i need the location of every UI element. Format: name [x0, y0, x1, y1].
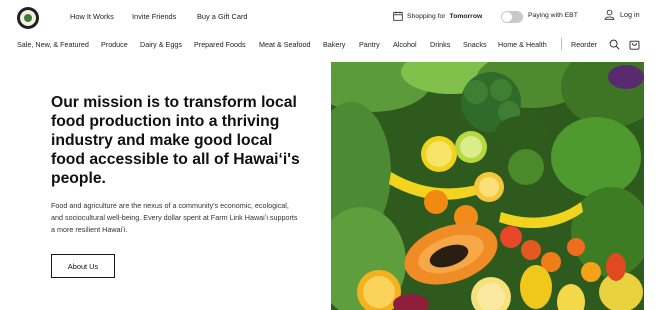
- cart-icon: [629, 40, 639, 50]
- login-label: Log in: [620, 10, 640, 19]
- shopping-prefix: Shopping for: [407, 12, 446, 20]
- nav-link-how-it-works[interactable]: How It Works: [70, 12, 114, 21]
- reorder-link[interactable]: Reorder: [571, 40, 597, 49]
- search-button[interactable]: [608, 38, 620, 50]
- category-drinks[interactable]: Drinks: [430, 40, 450, 49]
- delivery-day-selector[interactable]: Shopping for Tomorrow: [393, 11, 482, 21]
- ebt-label: Paying with EBT: [528, 12, 578, 19]
- hero-title: Our mission is to transform local food p…: [51, 94, 300, 187]
- calendar-icon: [393, 11, 403, 21]
- logo[interactable]: [17, 7, 39, 29]
- category-meat-seafood[interactable]: Meat & Seafood: [259, 40, 311, 49]
- top-nav: How It Works Invite Friends Buy a Gift C…: [0, 0, 658, 36]
- hero-produce-image: [331, 62, 644, 310]
- category-snacks[interactable]: Snacks: [463, 40, 487, 49]
- category-bakery[interactable]: Bakery: [323, 40, 345, 49]
- category-sale-new-featured[interactable]: Sale, New, & Featured: [17, 40, 89, 49]
- nav-link-invite-friends[interactable]: Invite Friends: [132, 12, 176, 21]
- category-pantry[interactable]: Pantry: [359, 40, 380, 49]
- search-icon: [609, 39, 620, 50]
- logo-dot: [24, 14, 32, 22]
- about-us-button[interactable]: About Us: [51, 254, 115, 278]
- ebt-toggle[interactable]: [501, 11, 523, 23]
- hero-text: Our mission is to transform local food p…: [51, 93, 301, 188]
- user-icon: [604, 9, 615, 20]
- category-produce[interactable]: Produce: [101, 40, 128, 49]
- logo-emblem: [20, 10, 36, 26]
- category-prepared-foods[interactable]: Prepared Foods: [194, 40, 246, 49]
- category-alcohol[interactable]: Alcohol: [393, 40, 417, 49]
- category-nav: Sale, New, & Featured Produce Dairy & Eg…: [0, 36, 658, 54]
- produce-illustration: [331, 62, 644, 310]
- login-link[interactable]: Log in: [604, 9, 640, 20]
- hero-body: Food and agriculture are the nexus of a …: [51, 201, 298, 234]
- ebt-toggle-knob: [502, 12, 512, 22]
- nav-divider: [561, 38, 562, 50]
- nav-link-gift-card[interactable]: Buy a Gift Card: [197, 12, 248, 21]
- shopping-day: Tomorrow: [449, 12, 483, 20]
- category-home-health[interactable]: Home & Health: [498, 40, 547, 49]
- category-dairy-eggs[interactable]: Dairy & Eggs: [140, 40, 182, 49]
- cart-button[interactable]: [628, 38, 640, 50]
